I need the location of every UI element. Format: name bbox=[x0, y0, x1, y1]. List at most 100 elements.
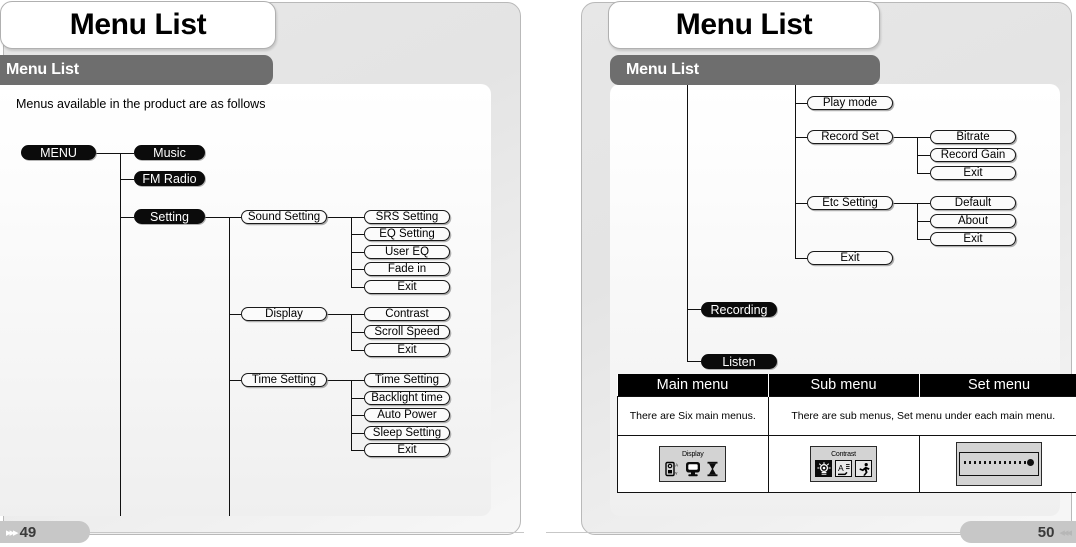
table-cell-main-screen: Display A v bbox=[617, 435, 769, 493]
tree-node-menu[interactable]: MENU bbox=[21, 145, 96, 160]
tree-node-sleep-setting[interactable]: Sleep Setting bbox=[364, 426, 450, 440]
player-icon: A v bbox=[664, 460, 681, 477]
tree-node-about[interactable]: About bbox=[930, 214, 1016, 228]
tree-node-default[interactable]: Default bbox=[930, 196, 1016, 210]
tree-trunk-root-cont bbox=[687, 84, 689, 361]
tree-node-about-label: About bbox=[957, 215, 989, 227]
tree-node-record-set[interactable]: Record Set bbox=[807, 130, 893, 144]
lcd-display-screen: Display A v bbox=[659, 446, 727, 482]
running-icon bbox=[855, 460, 872, 477]
tree-connector-display-exit bbox=[351, 350, 364, 352]
tree-node-record-gain[interactable]: Record Gain bbox=[930, 148, 1016, 162]
tree-connector-sound bbox=[229, 217, 241, 219]
table-cell-sub-screen: Contrast A bbox=[767, 435, 920, 493]
text-icon: A bbox=[835, 460, 852, 477]
page-number-left-label: 49 bbox=[19, 523, 37, 541]
tree-node-srs-setting-label: SRS Setting bbox=[375, 211, 439, 223]
section-header-left: Menu List bbox=[0, 55, 273, 85]
tree-node-menu-label: MENU bbox=[40, 145, 77, 160]
lcd-contrast-icons: A bbox=[815, 460, 872, 477]
tree-connector-display bbox=[229, 314, 241, 316]
tree-connector-setting bbox=[120, 217, 134, 219]
monitor-icon bbox=[684, 460, 701, 477]
tree-node-srs-setting[interactable]: SRS Setting bbox=[364, 210, 450, 224]
tree-node-sub-exit[interactable]: Exit bbox=[807, 251, 893, 265]
tree-node-contrast[interactable]: Contrast bbox=[364, 307, 450, 321]
tree-node-scroll-speed-label: Scroll Speed bbox=[374, 326, 440, 338]
hourglass-icon bbox=[704, 460, 721, 477]
content-card-left: Menus available in the product are as fo… bbox=[0, 84, 491, 516]
tree-connector-backlight bbox=[351, 398, 364, 400]
tree-node-eq-setting-label: EQ Setting bbox=[379, 228, 435, 240]
tree-node-music[interactable]: Music bbox=[134, 145, 205, 160]
tree-node-play-mode-label: Play mode bbox=[822, 97, 878, 109]
tree-connector-sound-out bbox=[327, 217, 351, 219]
tree-node-record-exit[interactable]: Exit bbox=[930, 166, 1016, 180]
table-cell-sub-set-desc: There are sub menus, Set menu under each… bbox=[767, 396, 1076, 436]
tree-node-display-exit[interactable]: Exit bbox=[364, 343, 450, 357]
tree-node-listen[interactable]: Listen bbox=[701, 354, 777, 369]
tree-node-play-mode[interactable]: Play mode bbox=[807, 96, 893, 110]
slider-icon bbox=[958, 452, 1039, 476]
tree-node-scroll-speed[interactable]: Scroll Speed bbox=[364, 325, 450, 339]
tree-connector-srs bbox=[351, 217, 364, 219]
tree-node-backlight-time[interactable]: Backlight time bbox=[364, 391, 450, 405]
lcd-wrap: Display A v bbox=[618, 436, 768, 492]
tree-connector-recording bbox=[687, 309, 701, 311]
tree-node-music-label: Music bbox=[153, 145, 186, 160]
tree-node-sound-exit-label: Exit bbox=[397, 281, 417, 293]
lcd-display-title: Display bbox=[681, 451, 704, 458]
section-header-right-label: Menu List bbox=[626, 61, 699, 78]
tree-node-backlight-time-label: Backlight time bbox=[371, 392, 443, 404]
tree-connector-record-gain bbox=[917, 155, 930, 157]
tree-connector-eq bbox=[351, 234, 364, 236]
table-cell-main-desc: There are Six main menus. bbox=[617, 396, 769, 436]
footer-rule-right bbox=[546, 531, 966, 533]
page-title-right-label: Menu List bbox=[675, 8, 813, 41]
tree-node-bitrate[interactable]: Bitrate bbox=[930, 130, 1016, 144]
lcd-contrast-screen: Contrast A bbox=[810, 446, 877, 482]
tree-node-display-exit-label: Exit bbox=[397, 344, 417, 356]
tree-node-time-setting-set[interactable]: Time Setting bbox=[364, 373, 450, 387]
tree-connector-music bbox=[120, 153, 134, 155]
tree-trunk-setting bbox=[229, 217, 231, 516]
tree-node-setting[interactable]: Setting bbox=[134, 209, 205, 224]
tree-node-time-setting[interactable]: Time Setting bbox=[241, 373, 327, 387]
table-row: Display A v Contrast A bbox=[617, 435, 1076, 493]
tree-node-etc-exit-label: Exit bbox=[963, 233, 983, 245]
tree-connector-root bbox=[96, 153, 122, 155]
tree-node-display[interactable]: Display bbox=[241, 307, 327, 321]
tree-node-sound-setting[interactable]: Sound Setting bbox=[241, 210, 327, 224]
tree-node-bitrate-label: Bitrate bbox=[956, 131, 990, 143]
tree-node-contrast-label: Contrast bbox=[385, 308, 429, 320]
brightness-icon bbox=[815, 460, 832, 477]
tree-node-fade-in[interactable]: Fade in bbox=[364, 262, 450, 276]
lcd-display-icons: A v bbox=[664, 460, 721, 477]
tree-node-time-exit[interactable]: Exit bbox=[364, 443, 450, 457]
tree-node-etc-setting[interactable]: Etc Setting bbox=[807, 196, 893, 210]
table-header-main-menu: Main menu bbox=[617, 374, 769, 397]
tree-connector-sleep bbox=[351, 433, 364, 435]
tree-trunk-sub-cont bbox=[795, 84, 797, 258]
tree-node-fm-radio-label: FM Radio bbox=[142, 171, 197, 186]
tree-connector-etc-setting-out bbox=[893, 203, 917, 205]
tree-connector-sound-exit bbox=[351, 287, 364, 289]
tree-connector-usereq bbox=[351, 252, 364, 254]
tree-trunk-root bbox=[120, 153, 122, 516]
table-header-set-menu: Set menu bbox=[918, 374, 1076, 397]
tree-node-fm-radio[interactable]: FM Radio bbox=[134, 171, 205, 186]
footer-rule-left bbox=[84, 531, 524, 533]
tree-node-etc-exit[interactable]: Exit bbox=[930, 232, 1016, 246]
tree-node-sound-exit[interactable]: Exit bbox=[364, 280, 450, 294]
tree-connector-about bbox=[917, 221, 930, 223]
tree-node-eq-setting[interactable]: EQ Setting bbox=[364, 227, 450, 241]
section-header-right: Menu List bbox=[610, 55, 880, 85]
tree-node-record-set-label: Record Set bbox=[821, 131, 879, 143]
tree-node-user-eq[interactable]: User EQ bbox=[364, 245, 450, 259]
tree-node-recording[interactable]: Recording bbox=[701, 302, 777, 317]
table-header-sub-menu: Sub menu bbox=[767, 374, 920, 397]
tree-node-listen-label: Listen bbox=[722, 354, 756, 369]
tree-node-time-setting-set-label: Time Setting bbox=[374, 374, 440, 386]
tree-node-auto-power[interactable]: Auto Power bbox=[364, 408, 450, 422]
tree-connector-bitrate bbox=[917, 137, 930, 139]
